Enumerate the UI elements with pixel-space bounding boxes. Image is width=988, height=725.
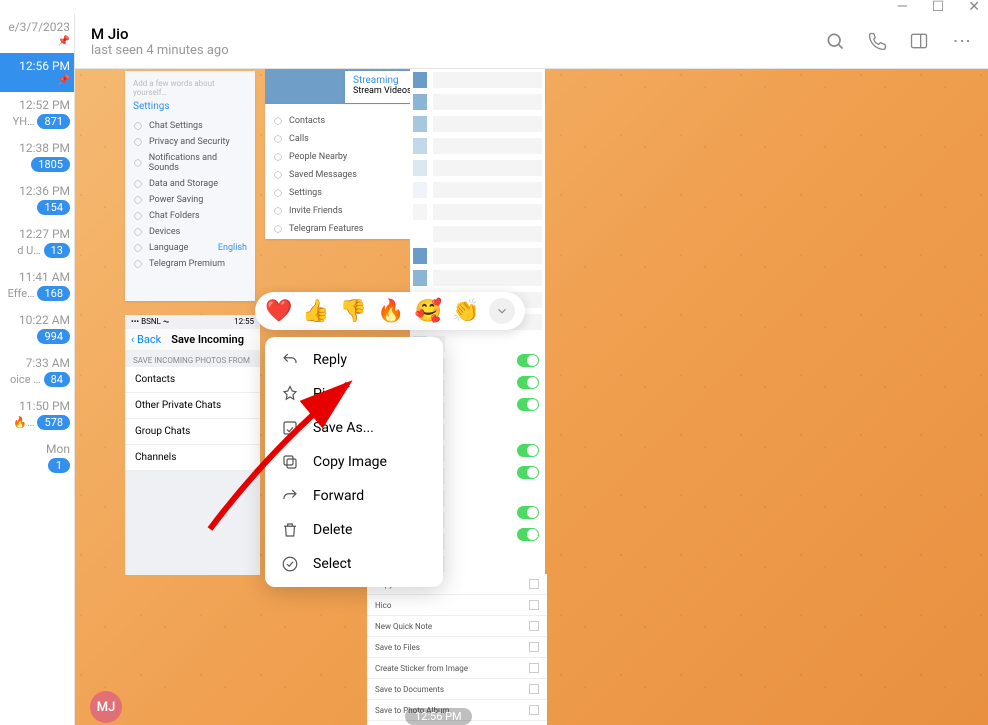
chat-list-item[interactable]: 11:50 PM🔥…578: [0, 393, 74, 436]
menu-label: Pin: [313, 386, 333, 402]
chat-status: last seen 4 minutes ago: [91, 43, 229, 58]
reaction-more[interactable]: [489, 298, 515, 324]
reaction-bar[interactable]: ❤️ 👍 👎 🔥 🥰 👏: [255, 292, 525, 330]
reaction-emoji[interactable]: 👏: [452, 299, 479, 324]
toggles-screenshot: [445, 334, 545, 574]
menu-forward[interactable]: Forward: [265, 479, 443, 513]
pin-icon: [281, 385, 299, 403]
menu-label: Select: [313, 556, 351, 572]
save-icon: [281, 419, 299, 437]
more-icon[interactable]: ⋮: [951, 32, 972, 50]
chat-list-item[interactable]: e/3/7/2023📌: [0, 14, 74, 53]
settings-screenshot: Add a few words about yourself… Settings…: [125, 71, 255, 301]
window-close[interactable]: ✕: [968, 0, 980, 15]
reaction-emoji[interactable]: 👍: [302, 299, 329, 324]
menu-label: Delete: [313, 522, 352, 538]
menu-label: Reply: [313, 352, 347, 368]
phone-screenshot: ••• BSNL ⏦ 12:55 ‹ Back Save Incoming SA…: [125, 315, 260, 575]
call-icon[interactable]: [867, 31, 887, 51]
blur-mosaic: [410, 69, 545, 309]
menu-reply[interactable]: Reply: [265, 343, 443, 377]
window-maximize[interactable]: ☐: [932, 0, 945, 15]
chat-list-item[interactable]: 11:41 AMEffe…168: [0, 264, 74, 307]
menu-pin[interactable]: Pin: [265, 377, 443, 411]
contacts-screenshot: ContactsCallsPeople NearbySaved Messages…: [265, 104, 410, 239]
chat-list[interactable]: e/3/7/2023📌12:56 PM📌12:52 PMYH…87112:38 …: [0, 14, 75, 725]
message-timestamp: 12:56 PM: [405, 708, 472, 725]
search-icon[interactable]: [825, 31, 845, 51]
chat-list-item[interactable]: Mon1: [0, 436, 74, 479]
menu-copy[interactable]: Copy Image: [265, 445, 443, 479]
chat-header: M Jio last seen 4 minutes ago ⋮: [75, 14, 988, 69]
chat-list-item[interactable]: 12:38 PM1805: [0, 135, 74, 178]
chat-list-item[interactable]: 12:27 PMd U…13: [0, 221, 74, 264]
chat-area: Add a few words about yourself… Settings…: [75, 69, 988, 725]
delete-icon: [281, 521, 299, 539]
chat-list-item[interactable]: 7:33 AMoice …84: [0, 350, 74, 393]
copy-icon: [281, 453, 299, 471]
chat-list-item[interactable]: 10:22 AM994: [0, 307, 74, 350]
avatar[interactable]: MJ: [90, 691, 122, 723]
context-menu[interactable]: Reply Pin Save As... Copy Image Forward Delet…: [265, 337, 443, 587]
menu-label: Copy Image: [313, 454, 387, 470]
menu-save[interactable]: Save As...: [265, 411, 443, 445]
menu-label: Forward: [313, 488, 364, 504]
chat-title: M Jio: [91, 25, 229, 43]
reaction-emoji[interactable]: 👎: [340, 299, 367, 324]
select-icon: [281, 555, 299, 573]
chat-list-item[interactable]: 12:56 PM📌: [0, 53, 74, 92]
reaction-emoji[interactable]: 🥰: [415, 299, 442, 324]
chat-list-item[interactable]: 12:36 PM154: [0, 178, 74, 221]
window-minimize[interactable]: —: [897, 0, 908, 15]
menu-label: Save As...: [313, 420, 374, 436]
menu-select[interactable]: Select: [265, 547, 443, 581]
chat-list-item[interactable]: 12:52 PMYH…871: [0, 92, 74, 135]
window-titlebar: — ☐ ✕: [0, 0, 988, 14]
forward-icon: [281, 487, 299, 505]
reply-icon: [281, 351, 299, 369]
reaction-emoji[interactable]: 🔥: [377, 299, 404, 324]
sidepanel-icon[interactable]: [909, 31, 929, 51]
reaction-emoji[interactable]: ❤️: [265, 299, 292, 324]
action-menu-screenshot: CopyHicoNew Quick NoteSave to FilesCreat…: [367, 574, 547, 725]
menu-delete[interactable]: Delete: [265, 513, 443, 547]
